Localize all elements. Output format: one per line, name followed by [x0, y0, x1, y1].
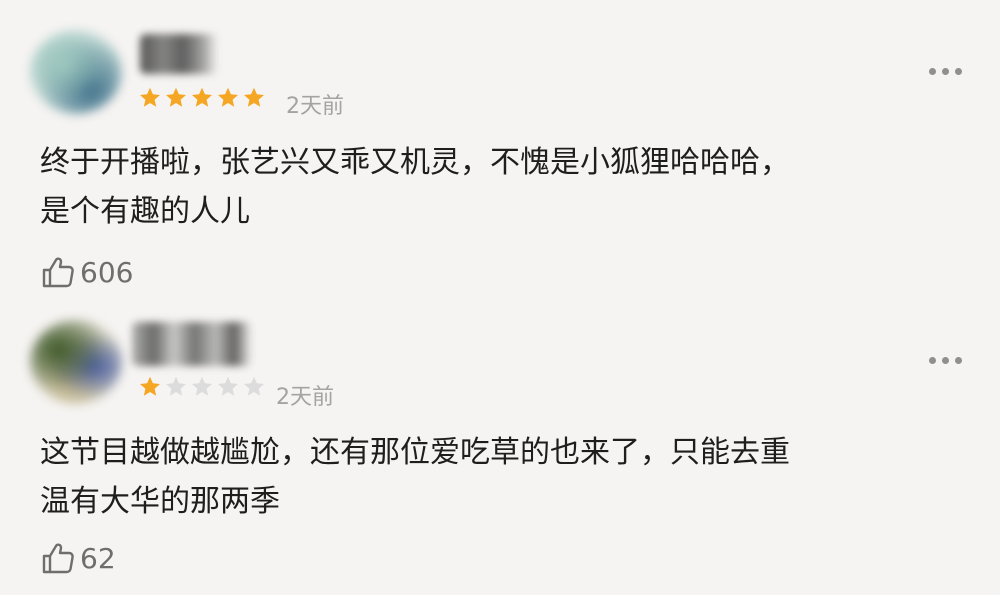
- more-options-button[interactable]: [929, 357, 962, 364]
- comment-time: 2天前: [286, 94, 344, 119]
- more-dots-icon: [942, 357, 949, 364]
- more-dots-icon: [955, 357, 962, 364]
- thumbs-up-icon: [42, 543, 74, 574]
- star-filled-icon: [140, 87, 160, 107]
- more-dots-icon: [942, 68, 949, 75]
- star-filled-icon: [192, 87, 212, 107]
- username-blurred[interactable]: [140, 34, 218, 74]
- star-filled-icon: [166, 87, 186, 107]
- like-count: 606: [80, 255, 134, 289]
- comment-text: 这节目越做越尴尬，还有那位爱吃草的也来了，只能去重 温有大华的那两季: [40, 435, 790, 519]
- star-filled-icon: [140, 376, 160, 396]
- like-button[interactable]: 62: [40, 540, 116, 576]
- comment-item: 2天前 这节目越做越尴尬，还有那位爱吃草的也来了，只能去重 温有大华的那两季 6…: [0, 300, 1000, 595]
- thumbs-up-icon: [42, 257, 74, 288]
- more-options-button[interactable]: [929, 68, 962, 75]
- star-filled-icon: [244, 87, 264, 107]
- star-empty-icon: [166, 376, 186, 396]
- more-dots-icon: [955, 68, 962, 75]
- avatar[interactable]: [30, 30, 122, 114]
- avatar[interactable]: [30, 320, 122, 404]
- comment-item: 2天前 终于开播啦，张艺兴又乖又机灵，不愧是小狐狸哈哈哈， 是个有趣的人儿 60…: [0, 0, 1000, 300]
- username-blurred[interactable]: [132, 322, 252, 366]
- star-filled-icon: [218, 87, 238, 107]
- comment-text: 终于开播啦，张艺兴又乖又机灵，不愧是小狐狸哈哈哈， 是个有趣的人儿: [40, 145, 790, 229]
- like-button[interactable]: 606: [40, 254, 133, 290]
- star-empty-icon: [244, 376, 264, 396]
- comment-time: 2天前: [276, 385, 334, 410]
- more-dots-icon: [929, 357, 936, 364]
- star-empty-icon: [218, 376, 238, 396]
- star-empty-icon: [192, 376, 212, 396]
- like-count: 62: [80, 541, 116, 575]
- rating-stars: [138, 86, 266, 110]
- rating-stars: [138, 375, 266, 399]
- more-dots-icon: [929, 68, 936, 75]
